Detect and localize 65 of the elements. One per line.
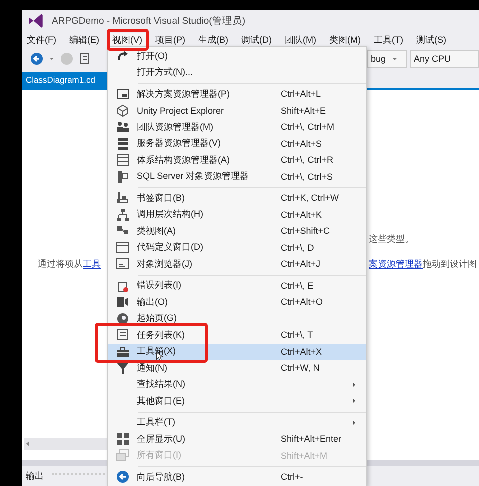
database-icon (116, 170, 130, 184)
menu-item[interactable]: 工具(T) (371, 32, 406, 48)
task-list-icon (116, 328, 130, 342)
menu-item[interactable]: 团队资源管理器(M) Ctrl+\, Ctrl+M (108, 119, 366, 136)
bookmark-window-icon (116, 191, 130, 206)
menu-item[interactable]: 输出(O) Ctrl+Alt+O (108, 294, 366, 310)
code-window-icon (116, 240, 130, 255)
menu-item[interactable]: 通知(N) Ctrl+W, N (108, 360, 366, 376)
browser-window-icon (116, 257, 130, 272)
menu-item[interactable]: SQL Server 对象资源管理器 Ctrl+\, Ctrl+S (108, 168, 366, 185)
menu-item[interactable]: 其他窗口(E) (108, 393, 366, 410)
menu-item[interactable]: 编辑(E) (66, 32, 102, 48)
menu-item[interactable]: 全屏显示(U) Shift+Alt+Enter (108, 431, 366, 448)
menu-item[interactable]: 文件(F) (24, 32, 60, 48)
menu-item[interactable]: 打开(O) (108, 48, 366, 64)
output-icon (116, 295, 130, 310)
menu-item[interactable]: 打开方式(N)... (108, 64, 366, 81)
menu-item[interactable]: 解决方案资源管理器(P) Ctrl+Alt+L (108, 86, 366, 102)
diagram-icon (116, 153, 130, 168)
panel-title: 输出 (26, 470, 44, 482)
menu-item[interactable]: 团队(M) (282, 32, 320, 48)
menu-item[interactable]: 向后导航(B) Ctrl+- (108, 469, 366, 486)
menu-item[interactable]: 错误列表(I) Ctrl+\, E (108, 278, 366, 294)
platform-dropdown[interactable]: Any CPU (410, 50, 479, 68)
back-icon (30, 52, 44, 66)
designer-hint-text: 拖动到设计图 (423, 258, 477, 271)
menu-item[interactable]: 书签窗口(B) Ctrl+K, Ctrl+W (108, 190, 366, 206)
menu-item[interactable]: 体系结构资源管理器(A) Ctrl+\, Ctrl+R (108, 152, 366, 168)
highlight-frame (106, 28, 148, 50)
start-page-icon (116, 312, 130, 326)
menu-item[interactable]: 任务列表(K) Ctrl+\, T (108, 327, 366, 344)
menu-item[interactable]: 查找结果(N) (108, 376, 366, 393)
menu-item[interactable]: 调用层次结构(H) Ctrl+Alt+K (108, 206, 366, 223)
solution-explorer-link[interactable]: 案资源管理器 (369, 258, 423, 271)
menu-item[interactable]: 服务器资源管理器(V) Ctrl+Alt+S (108, 136, 366, 152)
menu-item[interactable]: 类视图(A) Ctrl+Shift+C (108, 223, 366, 240)
logo-icon (28, 13, 44, 29)
menu-item[interactable]: 类图(M) (326, 32, 364, 48)
menu-item[interactable]: 视图(V) (110, 32, 146, 48)
configuration-dropdown[interactable]: bug (367, 50, 407, 68)
designer-text: 这些类型。 (369, 233, 414, 246)
menu-item[interactable]: 测试(S) (414, 32, 450, 48)
menu-item[interactable]: 调试(D) (238, 32, 275, 48)
people-icon (116, 120, 130, 134)
menu-item[interactable]: 代码定义窗口(D) Ctrl+\, D (108, 240, 366, 256)
window-icon (116, 87, 130, 102)
full-screen-icon (116, 432, 130, 446)
document-tab[interactable]: ClassDiagram1.cd (22, 72, 107, 88)
funnel-icon (116, 361, 130, 376)
forward-icon (60, 52, 74, 66)
toolbox-link[interactable]: 工具 (83, 258, 101, 271)
menu-item[interactable]: Unity Project Explorer Shift+Alt+E (108, 102, 366, 119)
menu-item[interactable]: 工具栏(T) (108, 414, 366, 431)
window-title: ARPGDemo - Microsoft Visual Studio(管理员) (52, 14, 246, 28)
cube-icon (116, 104, 130, 118)
toolbox-icon (116, 344, 130, 359)
windows-stack-icon (116, 448, 130, 463)
menu-item[interactable]: 起始页(G) (108, 310, 366, 327)
menu-item[interactable]: 生成(B) (196, 32, 232, 48)
designer-hint-text: 通过将项从 (38, 258, 83, 271)
new-item-icon (78, 52, 92, 66)
server-icon (116, 136, 130, 151)
hierarchy-icon (116, 208, 130, 222)
menu-item[interactable]: 项目(P) (152, 32, 188, 48)
menu-item[interactable]: 对象浏览器(J) Ctrl+Alt+J (108, 256, 366, 272)
